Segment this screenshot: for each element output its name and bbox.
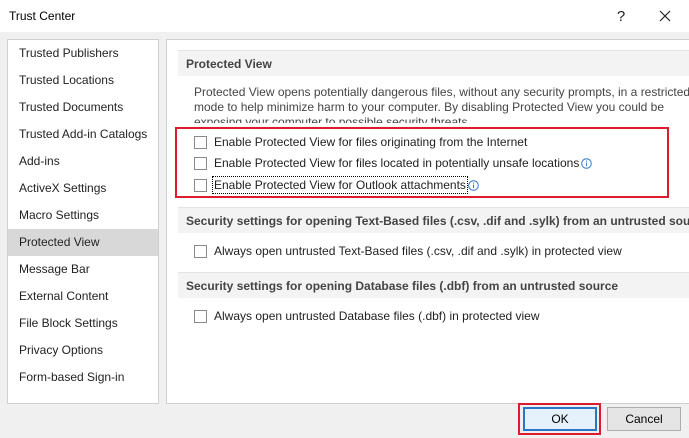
option-label: Always open untrusted Text-Based files (… <box>214 244 622 258</box>
section-title: Security settings for opening Database f… <box>186 279 619 293</box>
sidebar-item-protected-view[interactable]: Protected View <box>8 229 158 256</box>
option-text-based-protected-view[interactable]: Always open untrusted Text-Based files (… <box>194 242 622 260</box>
sidebar-nav: Trusted Publishers Trusted Locations Tru… <box>7 39 159 404</box>
sidebar-item-privacy-options[interactable]: Privacy Options <box>8 337 158 364</box>
section-title: Security settings for opening Text-Based… <box>186 214 689 228</box>
section-header-text-based: Security settings for opening Text-Based… <box>178 207 689 233</box>
sidebar-item-add-ins[interactable]: Add-ins <box>8 148 158 175</box>
title-bar <box>0 0 689 32</box>
sidebar-item-external-content[interactable]: External Content <box>8 283 158 310</box>
checkbox-text-based[interactable] <box>194 244 207 258</box>
section-header-protected-view: Protected View <box>178 50 689 76</box>
section-title: Protected View <box>186 57 272 71</box>
sidebar-item-trusted-locations[interactable]: Trusted Locations <box>8 67 158 94</box>
sidebar-item-trusted-documents[interactable]: Trusted Documents <box>8 94 158 121</box>
description-line: Protected View opens potentially dangero… <box>194 85 689 99</box>
description-line: exposing your computer to possible secur… <box>194 115 471 123</box>
checkbox-database[interactable] <box>194 309 207 323</box>
highlight-box-ok <box>518 403 601 435</box>
highlight-box-protected-view-options <box>175 127 669 198</box>
sidebar-item-trusted-add-in-catalogs[interactable]: Trusted Add-in Catalogs <box>8 121 158 148</box>
window-title: Trust Center <box>9 9 76 23</box>
sidebar-item-message-bar[interactable]: Message Bar <box>8 256 158 283</box>
settings-panel: Protected View Protected View opens pote… <box>166 39 689 404</box>
sidebar-item-activex-settings[interactable]: ActiveX Settings <box>8 175 158 202</box>
cancel-button[interactable]: Cancel <box>607 407 681 431</box>
sidebar-item-trusted-publishers[interactable]: Trusted Publishers <box>8 40 158 67</box>
protected-view-description: Protected View opens potentially dangero… <box>194 85 689 123</box>
close-icon <box>659 10 671 22</box>
option-label: Always open untrusted Database files (.d… <box>214 309 540 323</box>
sidebar-item-form-based-sign-in[interactable]: Form-based Sign-in <box>8 364 158 391</box>
section-header-database: Security settings for opening Database f… <box>178 272 689 298</box>
description-line: mode to help minimize harm to your compu… <box>194 100 665 114</box>
sidebar-item-macro-settings[interactable]: Macro Settings <box>8 202 158 229</box>
close-button[interactable] <box>645 0 685 32</box>
help-button[interactable]: ? <box>601 0 641 32</box>
sidebar-item-file-block-settings[interactable]: File Block Settings <box>8 310 158 337</box>
option-database-protected-view[interactable]: Always open untrusted Database files (.d… <box>194 307 540 325</box>
